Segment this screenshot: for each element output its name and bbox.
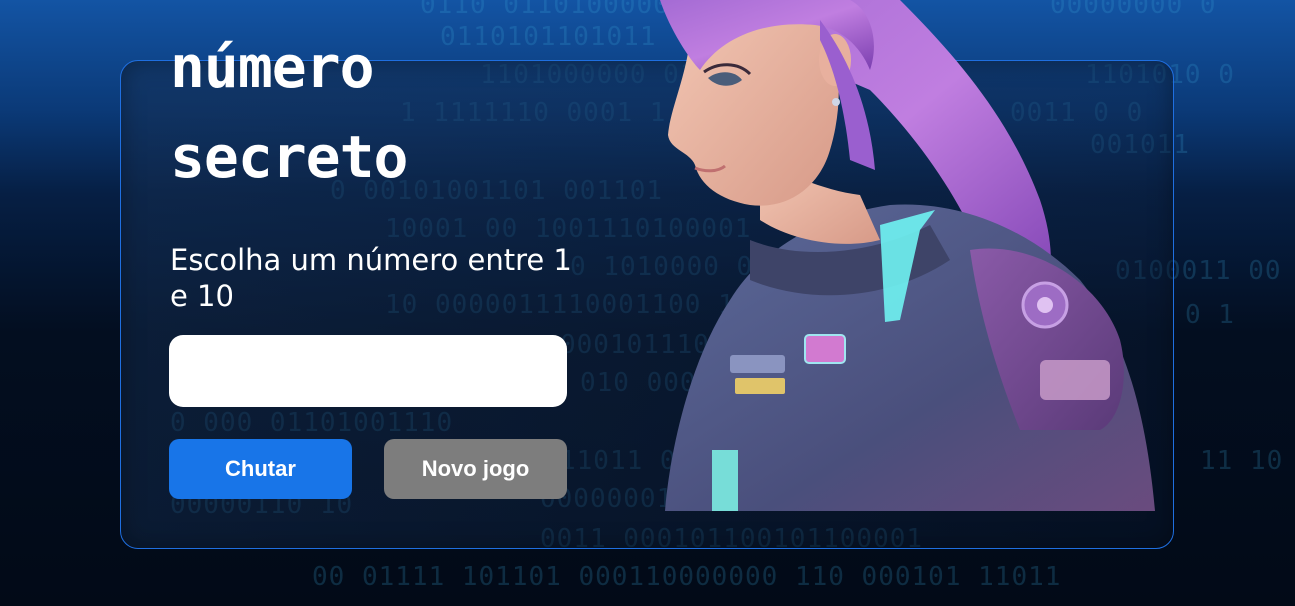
instruction-text: Escolha um número entre 1 e 10 xyxy=(170,243,572,313)
cyber-woman-illustration-icon xyxy=(600,0,1170,511)
title-line-1: número xyxy=(170,33,375,101)
page-title: número secreto xyxy=(170,22,408,202)
new-game-button[interactable]: Novo jogo xyxy=(384,439,567,499)
binary-text: 0 1 xyxy=(1185,300,1235,330)
guess-button[interactable]: Chutar xyxy=(169,439,352,499)
binary-text: 00 01111 101101 000110000000 110 000101 … xyxy=(312,562,1062,592)
binary-text: 11 10 xyxy=(1200,446,1284,476)
guess-number-input[interactable] xyxy=(169,335,567,407)
title-line-2: secreto xyxy=(170,123,408,191)
